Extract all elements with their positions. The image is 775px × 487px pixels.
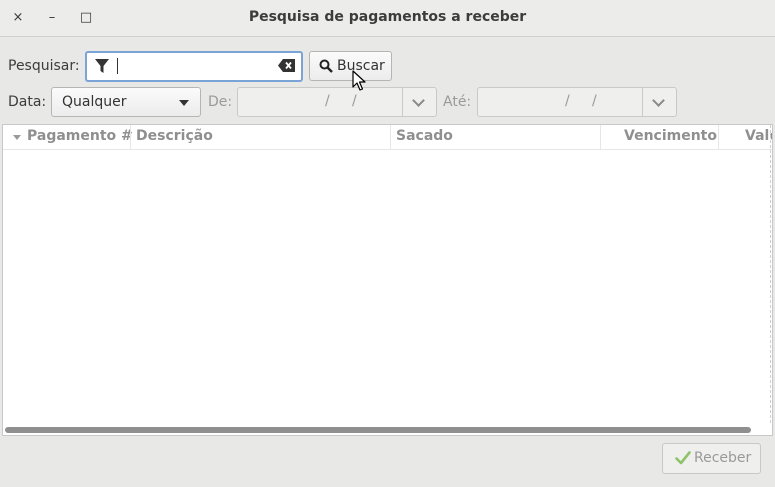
- column-separator: [718, 125, 719, 149]
- horizontal-scrollbar[interactable]: [5, 427, 751, 433]
- column-header-sacado[interactable]: Sacado: [396, 128, 453, 144]
- to-date-dropdown[interactable]: [642, 88, 676, 116]
- column-drag-indicator: [770, 125, 771, 423]
- to-label: Até:: [443, 94, 472, 110]
- column-header-valor[interactable]: Valo: [745, 128, 772, 144]
- search-input[interactable]: [85, 51, 303, 82]
- column-separator: [130, 125, 131, 149]
- to-date-field[interactable]: / /: [477, 87, 677, 117]
- date-separator: /: [592, 93, 597, 109]
- text-caret: [117, 58, 118, 74]
- column-header-descricao[interactable]: Descrição: [136, 128, 213, 144]
- search-label: Pesquisar:: [8, 58, 80, 74]
- search-field[interactable]: [119, 56, 259, 74]
- title-bar: × – □ Pesquisa de pagamentos a receber: [0, 0, 775, 37]
- from-date-field[interactable]: / /: [237, 87, 437, 117]
- date-separator: /: [565, 93, 570, 109]
- sort-desc-icon: [13, 135, 21, 140]
- date-range-select[interactable]: Qualquer: [51, 87, 201, 117]
- payments-table[interactable]: Pagamento # Descrição Sacado Vencimento …: [2, 124, 773, 436]
- date-range-value: Qualquer: [62, 94, 127, 110]
- column-header-pagamento[interactable]: Pagamento #: [27, 128, 133, 144]
- clear-text-icon[interactable]: [278, 59, 295, 76]
- chevron-down-icon: [412, 94, 425, 107]
- receber-button[interactable]: Receber: [662, 443, 761, 474]
- window-title: Pesquisa de pagamentos a receber: [248, 9, 527, 25]
- date-label: Data:: [8, 94, 47, 110]
- dropdown-arrow-icon: [179, 100, 189, 106]
- column-separator: [390, 125, 391, 149]
- from-label: De:: [208, 94, 233, 110]
- search-icon: [319, 59, 333, 77]
- mouse-pointer-icon: [352, 70, 366, 96]
- from-date-dropdown[interactable]: [402, 88, 436, 116]
- search-button[interactable]: Buscar: [309, 51, 392, 81]
- receber-button-label: Receber: [694, 450, 752, 466]
- filter-icon: [94, 58, 110, 78]
- chevron-down-icon: [652, 94, 665, 107]
- column-separator: [600, 125, 601, 149]
- table-header: Pagamento # Descrição Sacado Vencimento …: [3, 125, 772, 150]
- column-header-vencimento[interactable]: Vencimento: [624, 128, 717, 144]
- date-separator: /: [325, 93, 330, 109]
- check-icon: [675, 450, 691, 470]
